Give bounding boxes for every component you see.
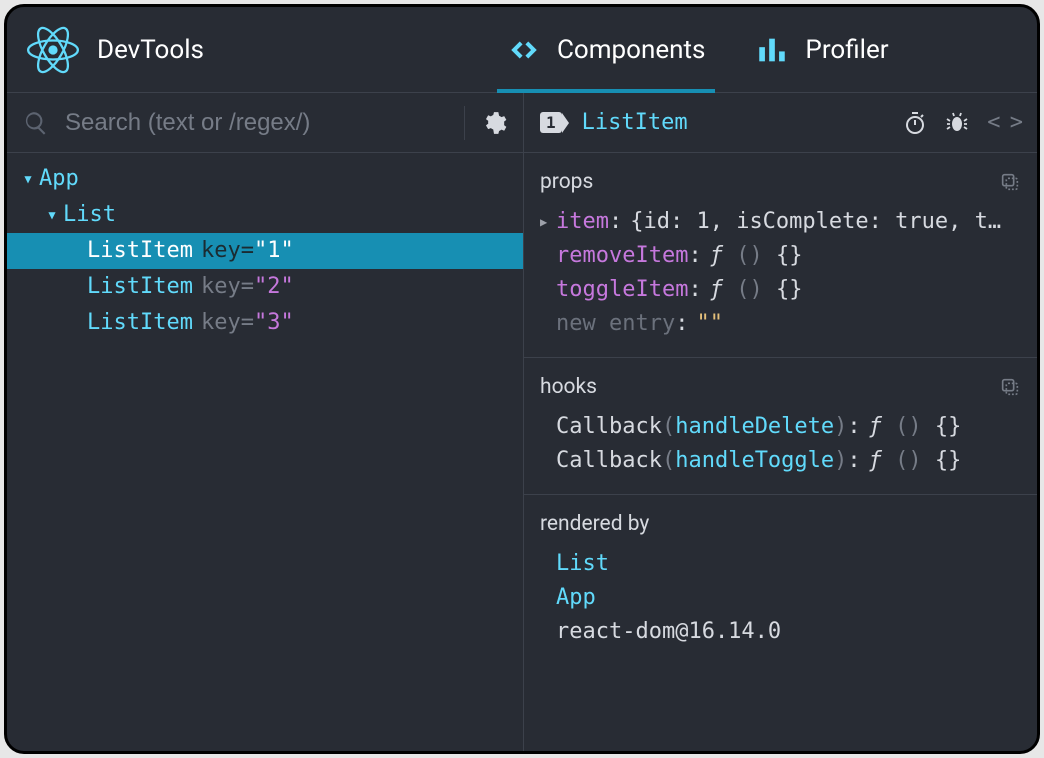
rendered-by-row[interactable]: App bbox=[540, 581, 1021, 615]
rendered-by-section: rendered by ListAppreact-dom@16.14.0 bbox=[524, 495, 1037, 665]
key-attr: key="3" bbox=[201, 305, 294, 341]
branding: DevTools bbox=[27, 24, 507, 76]
devtools-window: DevTools Components Profiler bbox=[4, 4, 1040, 754]
body: ▼App▼ListListItemkey="1"ListItemkey="2"L… bbox=[7, 93, 1037, 751]
react-logo-icon bbox=[27, 24, 79, 76]
source-icon[interactable]: < > bbox=[987, 110, 1021, 135]
detail-title: ListItem bbox=[576, 110, 890, 135]
prop-name: item bbox=[556, 205, 609, 239]
component-name: ListItem bbox=[87, 269, 193, 305]
hooks-section: hooks Callback(handleDelete):ƒ () {}Call… bbox=[524, 358, 1037, 495]
header: DevTools Components Profiler bbox=[7, 7, 1037, 93]
prop-name: toggleItem bbox=[556, 273, 688, 307]
key-attr: key="2" bbox=[201, 269, 294, 305]
prop-name: new entry bbox=[556, 307, 675, 341]
prop-value: ƒ () {} bbox=[710, 273, 803, 307]
tree-row-listitem[interactable]: ListItemkey="3" bbox=[7, 305, 523, 341]
stopwatch-icon[interactable] bbox=[903, 111, 927, 135]
tree-row-listitem[interactable]: ListItemkey="1" bbox=[7, 233, 523, 269]
prop-value: {id: 1, isComplete: true, t… bbox=[630, 205, 1001, 239]
expand-arrow-icon[interactable]: ▼ bbox=[21, 161, 35, 197]
tree-row-listitem[interactable]: ListItemkey="2" bbox=[7, 269, 523, 305]
detail-header: 1 ListItem < > bbox=[524, 93, 1037, 153]
prop-value[interactable]: "" bbox=[696, 307, 723, 341]
right-panel: 1 ListItem < > bbox=[524, 93, 1037, 751]
component-name: ListItem bbox=[87, 233, 193, 269]
app-title: DevTools bbox=[97, 35, 204, 65]
tab-label: Components bbox=[557, 35, 705, 65]
hook-name: Callback bbox=[556, 410, 662, 444]
callback-name: handleToggle bbox=[675, 444, 834, 478]
prop-row[interactable]: toggleItem:ƒ () {} bbox=[540, 273, 1021, 307]
component-tree: ▼App▼ListListItemkey="1"ListItemkey="2"L… bbox=[7, 153, 523, 341]
component-name: ListItem bbox=[87, 305, 193, 341]
hook-name: Callback bbox=[556, 444, 662, 478]
component-name: App bbox=[39, 161, 79, 197]
prop-row[interactable]: ▶item:{id: 1, isComplete: true, t… bbox=[540, 205, 1021, 239]
hook-value: ƒ () {} bbox=[869, 444, 962, 478]
expand-arrow-icon bbox=[540, 273, 554, 307]
expand-arrow-icon[interactable]: ▼ bbox=[45, 197, 59, 233]
prop-row[interactable]: removeItem:ƒ () {} bbox=[540, 239, 1021, 273]
gear-icon[interactable] bbox=[481, 110, 507, 136]
props-section: props ▶item:{id: 1, isComplete: true, t…… bbox=[524, 153, 1037, 358]
section-label: rendered by bbox=[540, 507, 649, 541]
expand-arrow-icon bbox=[540, 307, 554, 341]
rendered-by-row: react-dom@16.14.0 bbox=[540, 615, 1021, 649]
copy-icon[interactable] bbox=[999, 171, 1021, 193]
section-label: hooks bbox=[540, 370, 597, 404]
search-input[interactable] bbox=[65, 109, 448, 137]
tab-profiler[interactable]: Profiler bbox=[755, 7, 888, 92]
tab-label: Profiler bbox=[805, 35, 888, 65]
tree-row-app[interactable]: ▼App bbox=[7, 161, 523, 197]
expand-arrow-icon bbox=[540, 239, 554, 273]
code-brackets-icon bbox=[507, 33, 541, 67]
divider bbox=[464, 106, 465, 140]
left-panel: ▼App▼ListListItemkey="1"ListItemkey="2"L… bbox=[7, 93, 524, 751]
detail-actions: < > bbox=[903, 110, 1021, 135]
searchbar bbox=[7, 93, 523, 153]
hook-row[interactable]: Callback(handleToggle):ƒ () {} bbox=[540, 444, 1021, 478]
bars-icon bbox=[755, 33, 789, 67]
prop-row[interactable]: new entry:"" bbox=[540, 307, 1021, 341]
bug-icon[interactable] bbox=[945, 111, 969, 135]
hook-row[interactable]: Callback(handleDelete):ƒ () {} bbox=[540, 410, 1021, 444]
component-name: List bbox=[63, 197, 116, 233]
tree-row-list[interactable]: ▼List bbox=[7, 197, 523, 233]
key-badge: 1 bbox=[540, 112, 562, 133]
callback-name: handleDelete bbox=[675, 410, 834, 444]
section-label: props bbox=[540, 165, 593, 199]
tabs: Components Profiler bbox=[507, 7, 889, 92]
expand-arrow-icon[interactable]: ▶ bbox=[540, 205, 554, 239]
key-attr: key="1" bbox=[201, 233, 294, 269]
tab-components[interactable]: Components bbox=[507, 7, 705, 92]
hook-value: ƒ () {} bbox=[869, 410, 962, 444]
rendered-by-row[interactable]: List bbox=[540, 547, 1021, 581]
search-icon bbox=[23, 110, 49, 136]
prop-value: ƒ () {} bbox=[710, 239, 803, 273]
copy-icon[interactable] bbox=[999, 376, 1021, 398]
prop-name: removeItem bbox=[556, 239, 688, 273]
